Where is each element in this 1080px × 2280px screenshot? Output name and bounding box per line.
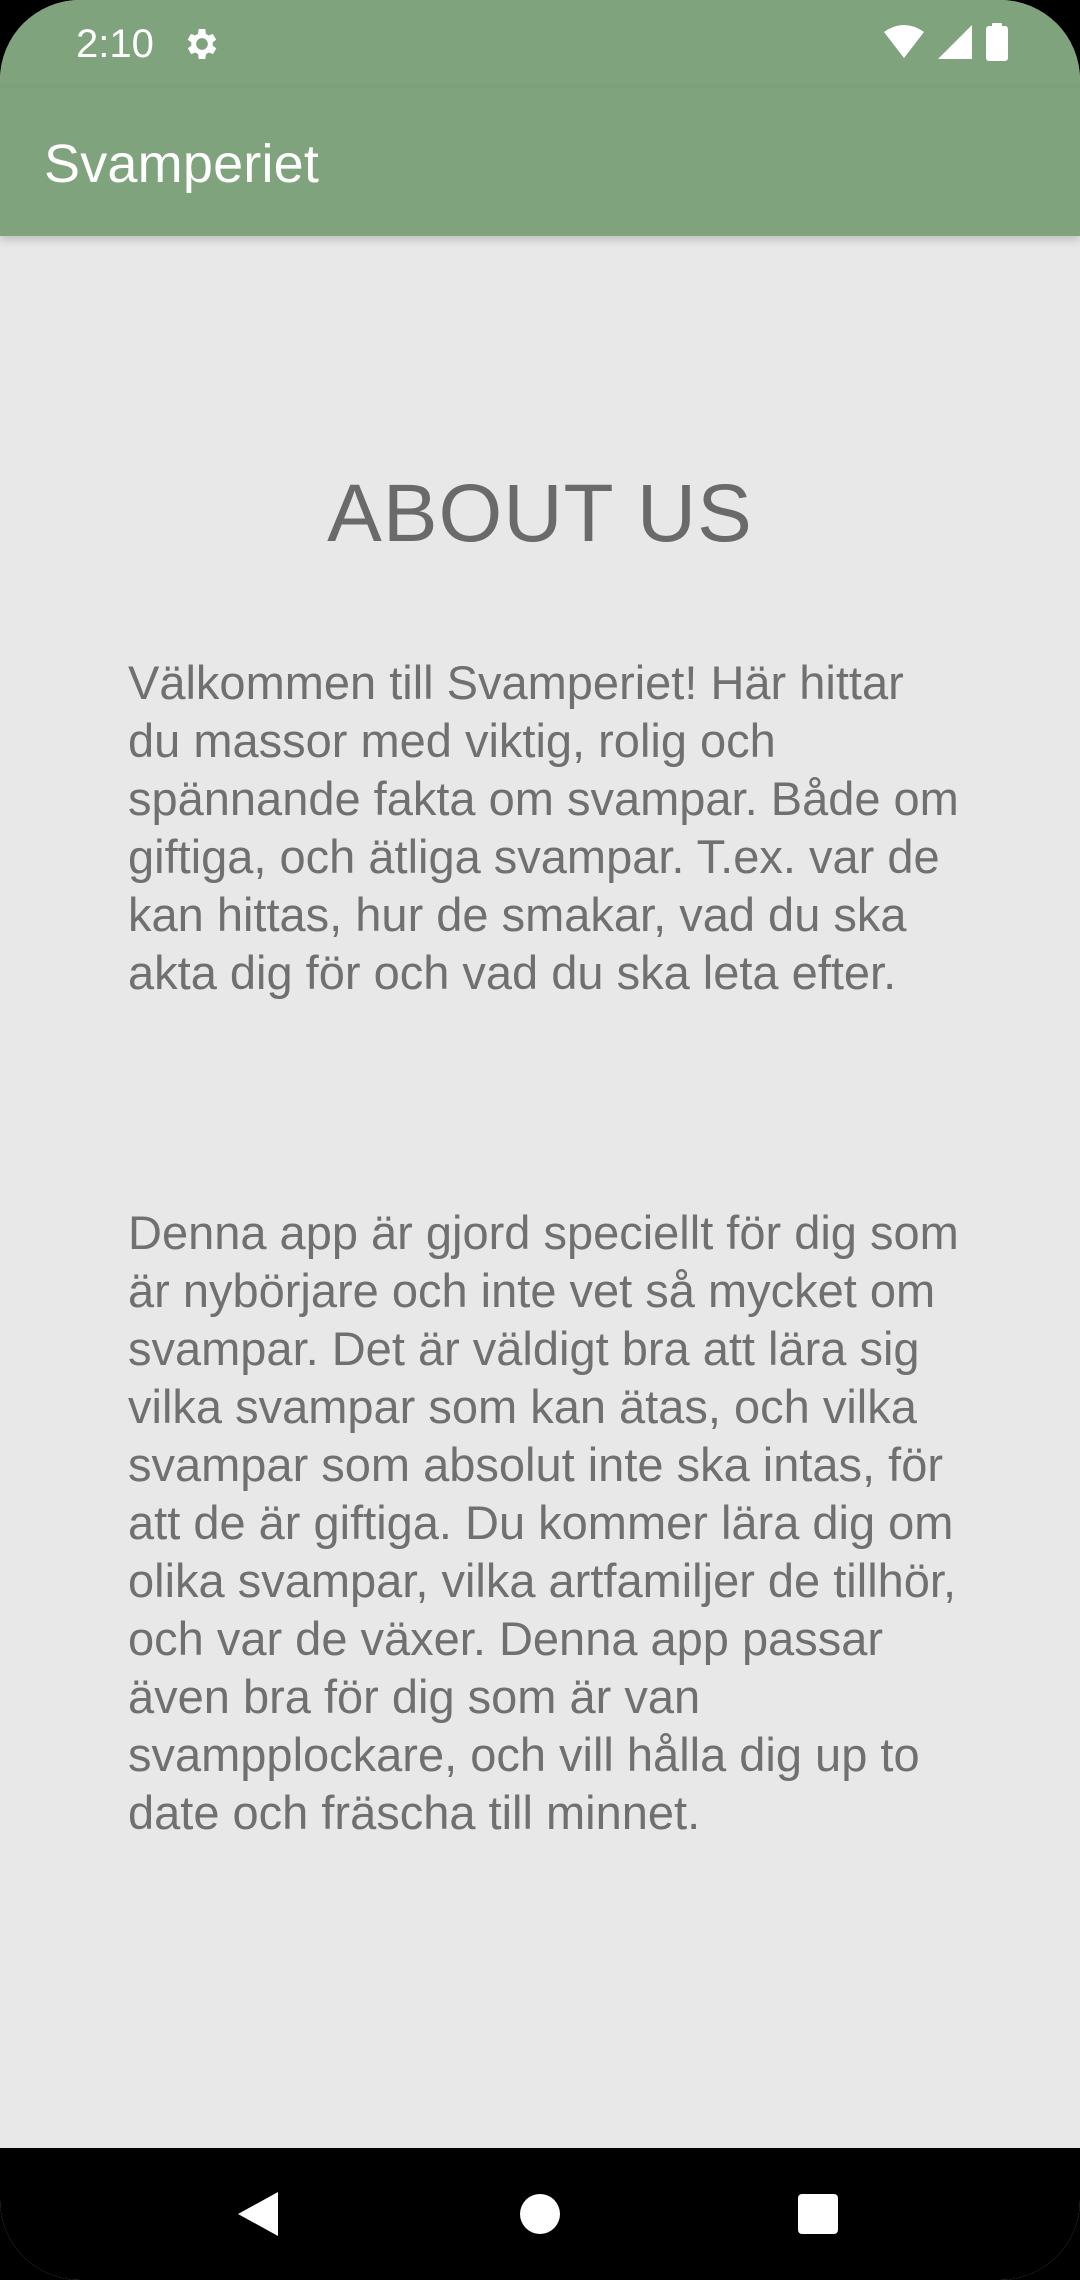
home-icon[interactable] xyxy=(508,2182,572,2246)
status-icons xyxy=(884,22,1008,66)
signal-icon xyxy=(938,24,972,64)
status-bar: 2:10 xyxy=(0,0,1080,88)
navigation-bar xyxy=(0,2148,1080,2280)
wifi-icon xyxy=(884,24,924,65)
battery-icon xyxy=(986,22,1008,66)
recents-icon[interactable] xyxy=(786,2182,850,2246)
back-icon[interactable] xyxy=(226,2182,290,2246)
description-paragraph: Denna app är gjord speciellt för dig som… xyxy=(128,1206,959,1839)
gear-icon xyxy=(182,24,222,64)
about-content[interactable]: ABOUT US Välkommen till Svamperiet! Här … xyxy=(0,236,1080,2148)
app-bar: Svamperiet xyxy=(0,88,1080,236)
intro-paragraph: Välkommen till Svamperiet! Här hittar du… xyxy=(128,656,959,999)
status-time: 2:10 xyxy=(76,22,154,66)
app-title: Svamperiet xyxy=(44,134,320,194)
phone-screen: 2:10 Svamperiet ABOUT US Välkommen till … xyxy=(0,0,1080,2280)
page-title: ABOUT US xyxy=(327,468,753,559)
